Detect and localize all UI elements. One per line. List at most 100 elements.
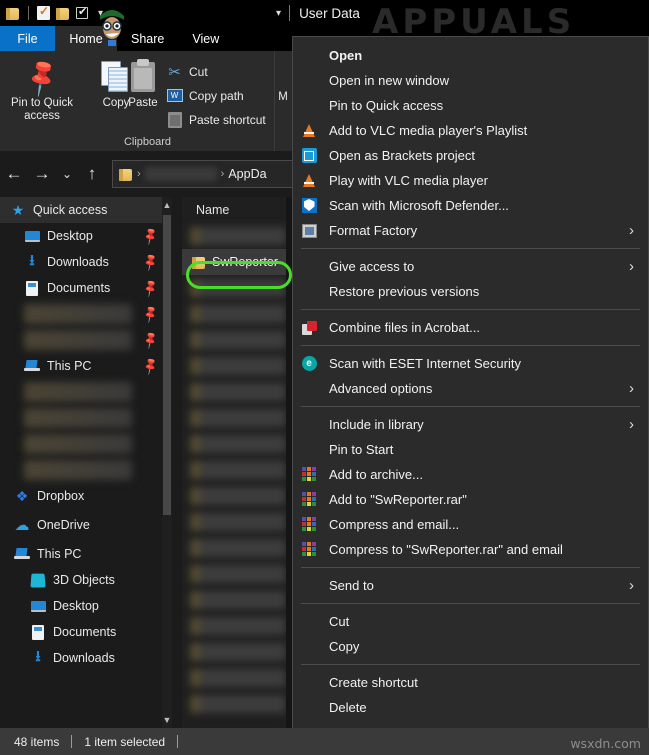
menu-item-compress-to-rar-and-email[interactable]: Compress to "SwReporter.rar" and email [293,537,648,562]
sidebar-item-blurred[interactable] [0,379,172,405]
menu-item-compress-and-email[interactable]: Compress and email... [293,512,648,537]
menu-item-delete[interactable]: Delete [293,695,648,720]
sidebar-item-downloads[interactable]: ⭳ Downloads 📌 [0,249,172,275]
navigation-scrollbar[interactable]: ▲ ▼ [162,197,172,728]
breadcrumb-blurred[interactable] [144,167,217,181]
ribbon-caret-icon[interactable]: ▾ [276,8,281,19]
menu-item-send-to[interactable]: Send to › [293,573,648,598]
sidebar-item-desktop-pc[interactable]: Desktop [0,593,172,619]
checkbox-icon[interactable] [76,5,88,19]
menu-item-play-with-vlc[interactable]: Play with VLC media player [293,168,648,193]
scroll-up-icon[interactable]: ▲ [162,197,172,213]
menu-separator [301,248,640,249]
sidebar-item-desktop[interactable]: Desktop 📌 [0,223,172,249]
sidebar-item-blurred[interactable] [0,405,172,431]
recent-locations-button[interactable]: ⌄ [56,160,78,188]
menu-item-pin-to-quick-access[interactable]: Pin to Quick access [293,93,648,118]
folder-icon[interactable] [6,7,20,20]
computer-icon [14,546,30,562]
pin-icon[interactable]: 📌 [140,330,160,350]
column-header-name[interactable]: Name [182,197,294,223]
list-item[interactable] [182,613,294,639]
sidebar-item-this-pc-quick[interactable]: This PC 📌 [0,353,172,379]
breadcrumb-appdata[interactable]: AppDa [228,167,266,181]
new-folder-icon[interactable] [56,7,70,20]
menu-separator [301,567,640,568]
menu-item-copy[interactable]: Copy [293,634,648,659]
list-item-swreporter[interactable]: SwReporter [182,249,294,275]
menu-item-format-factory[interactable]: Format Factory › [293,218,648,243]
menu-item-add-to-archive[interactable]: Add to archive... [293,462,648,487]
list-item[interactable] [182,483,294,509]
chevron-right-icon: › [629,258,634,275]
up-button[interactable]: ↑ [78,160,106,188]
menu-item-cut[interactable]: Cut [293,609,648,634]
menu-item-add-to-swreporter-rar[interactable]: Add to "SwReporter.rar" [293,487,648,512]
menu-item-advanced-options[interactable]: Advanced options › [293,376,648,401]
copy-path-button[interactable]: W Copy path [166,87,244,104]
scrollbar-thumb[interactable] [163,215,171,515]
sidebar-item-3d-objects[interactable]: 3D Objects [0,567,172,593]
sidebar-item-documents[interactable]: Documents 📌 [0,275,172,301]
pin-icon[interactable]: 📌 [140,304,160,324]
list-item[interactable] [182,327,294,353]
properties-icon[interactable] [37,4,50,20]
sidebar-item-quick-access[interactable]: ★ Quick access [0,197,172,223]
sidebar-item-blurred[interactable]: 📌 [0,327,172,353]
menu-item-combine-files-in-acrobat[interactable]: Combine files in Acrobat... [293,315,648,340]
menu-item-scan-with-defender[interactable]: Scan with Microsoft Defender... [293,193,648,218]
cut-button[interactable]: ✂ Cut [166,63,207,81]
menu-item-open[interactable]: Open [293,43,648,68]
pin-icon[interactable]: 📌 [140,356,160,376]
tab-view[interactable]: View [178,26,233,51]
list-item[interactable] [182,691,294,717]
list-item[interactable] [182,405,294,431]
sidebar-item-label: Desktop [53,599,99,613]
chevron-right-icon: › [629,416,634,433]
paste-shortcut-button[interactable]: Paste shortcut [166,111,266,128]
sidebar-item-blurred[interactable]: 📌 [0,301,172,327]
pin-to-quick-access-button[interactable]: 📌 Pin to Quick access [4,55,80,123]
menu-item-pin-to-start[interactable]: Pin to Start [293,437,648,462]
list-item[interactable] [182,353,294,379]
tab-file[interactable]: File [0,26,55,51]
pin-icon[interactable]: 📌 [140,278,160,298]
menu-item-create-shortcut[interactable]: Create shortcut [293,670,648,695]
pin-icon[interactable]: 📌 [140,252,160,272]
appuals-mascot-icon [100,10,124,46]
menu-item-give-access-to[interactable]: Give access to › [293,254,648,279]
list-item[interactable] [182,587,294,613]
list-item[interactable] [182,561,294,587]
list-item[interactable] [182,301,294,327]
pin-icon[interactable]: 📌 [140,226,160,246]
sidebar-item-blurred[interactable] [0,457,172,483]
sidebar-item-label: OneDrive [37,518,90,532]
menu-item-scan-with-eset[interactable]: e Scan with ESET Internet Security [293,351,648,376]
menu-item-restore-previous-versions[interactable]: Restore previous versions [293,279,648,304]
list-item[interactable] [182,509,294,535]
menu-item-open-as-brackets-project[interactable]: Open as Brackets project [293,143,648,168]
back-button[interactable]: ← [0,160,28,188]
list-item[interactable] [182,275,294,301]
blurred-label [24,330,132,350]
scroll-down-icon[interactable]: ▼ [162,712,172,728]
sidebar-item-documents-pc[interactable]: Documents [0,619,172,645]
list-item[interactable] [182,535,294,561]
list-item[interactable] [182,223,294,249]
list-item[interactable] [182,639,294,665]
sidebar-item-onedrive[interactable]: ☁ OneDrive [0,509,172,541]
sidebar-item-this-pc[interactable]: This PC [0,541,172,567]
winrar-icon [301,492,317,508]
quick-access-toolbar: ▾ [0,4,103,20]
list-item[interactable] [182,457,294,483]
menu-item-open-in-new-window[interactable]: Open in new window [293,68,648,93]
list-item[interactable] [182,665,294,691]
list-item[interactable] [182,379,294,405]
menu-item-add-to-vlc-playlist[interactable]: Add to VLC media player's Playlist [293,118,648,143]
list-item[interactable] [182,431,294,457]
sidebar-item-downloads-pc[interactable]: ⭳ Downloads [0,645,172,671]
forward-button[interactable]: → [28,160,56,188]
sidebar-item-dropbox[interactable]: ❖ Dropbox [0,483,172,509]
menu-item-include-in-library[interactable]: Include in library › [293,412,648,437]
sidebar-item-blurred[interactable] [0,431,172,457]
